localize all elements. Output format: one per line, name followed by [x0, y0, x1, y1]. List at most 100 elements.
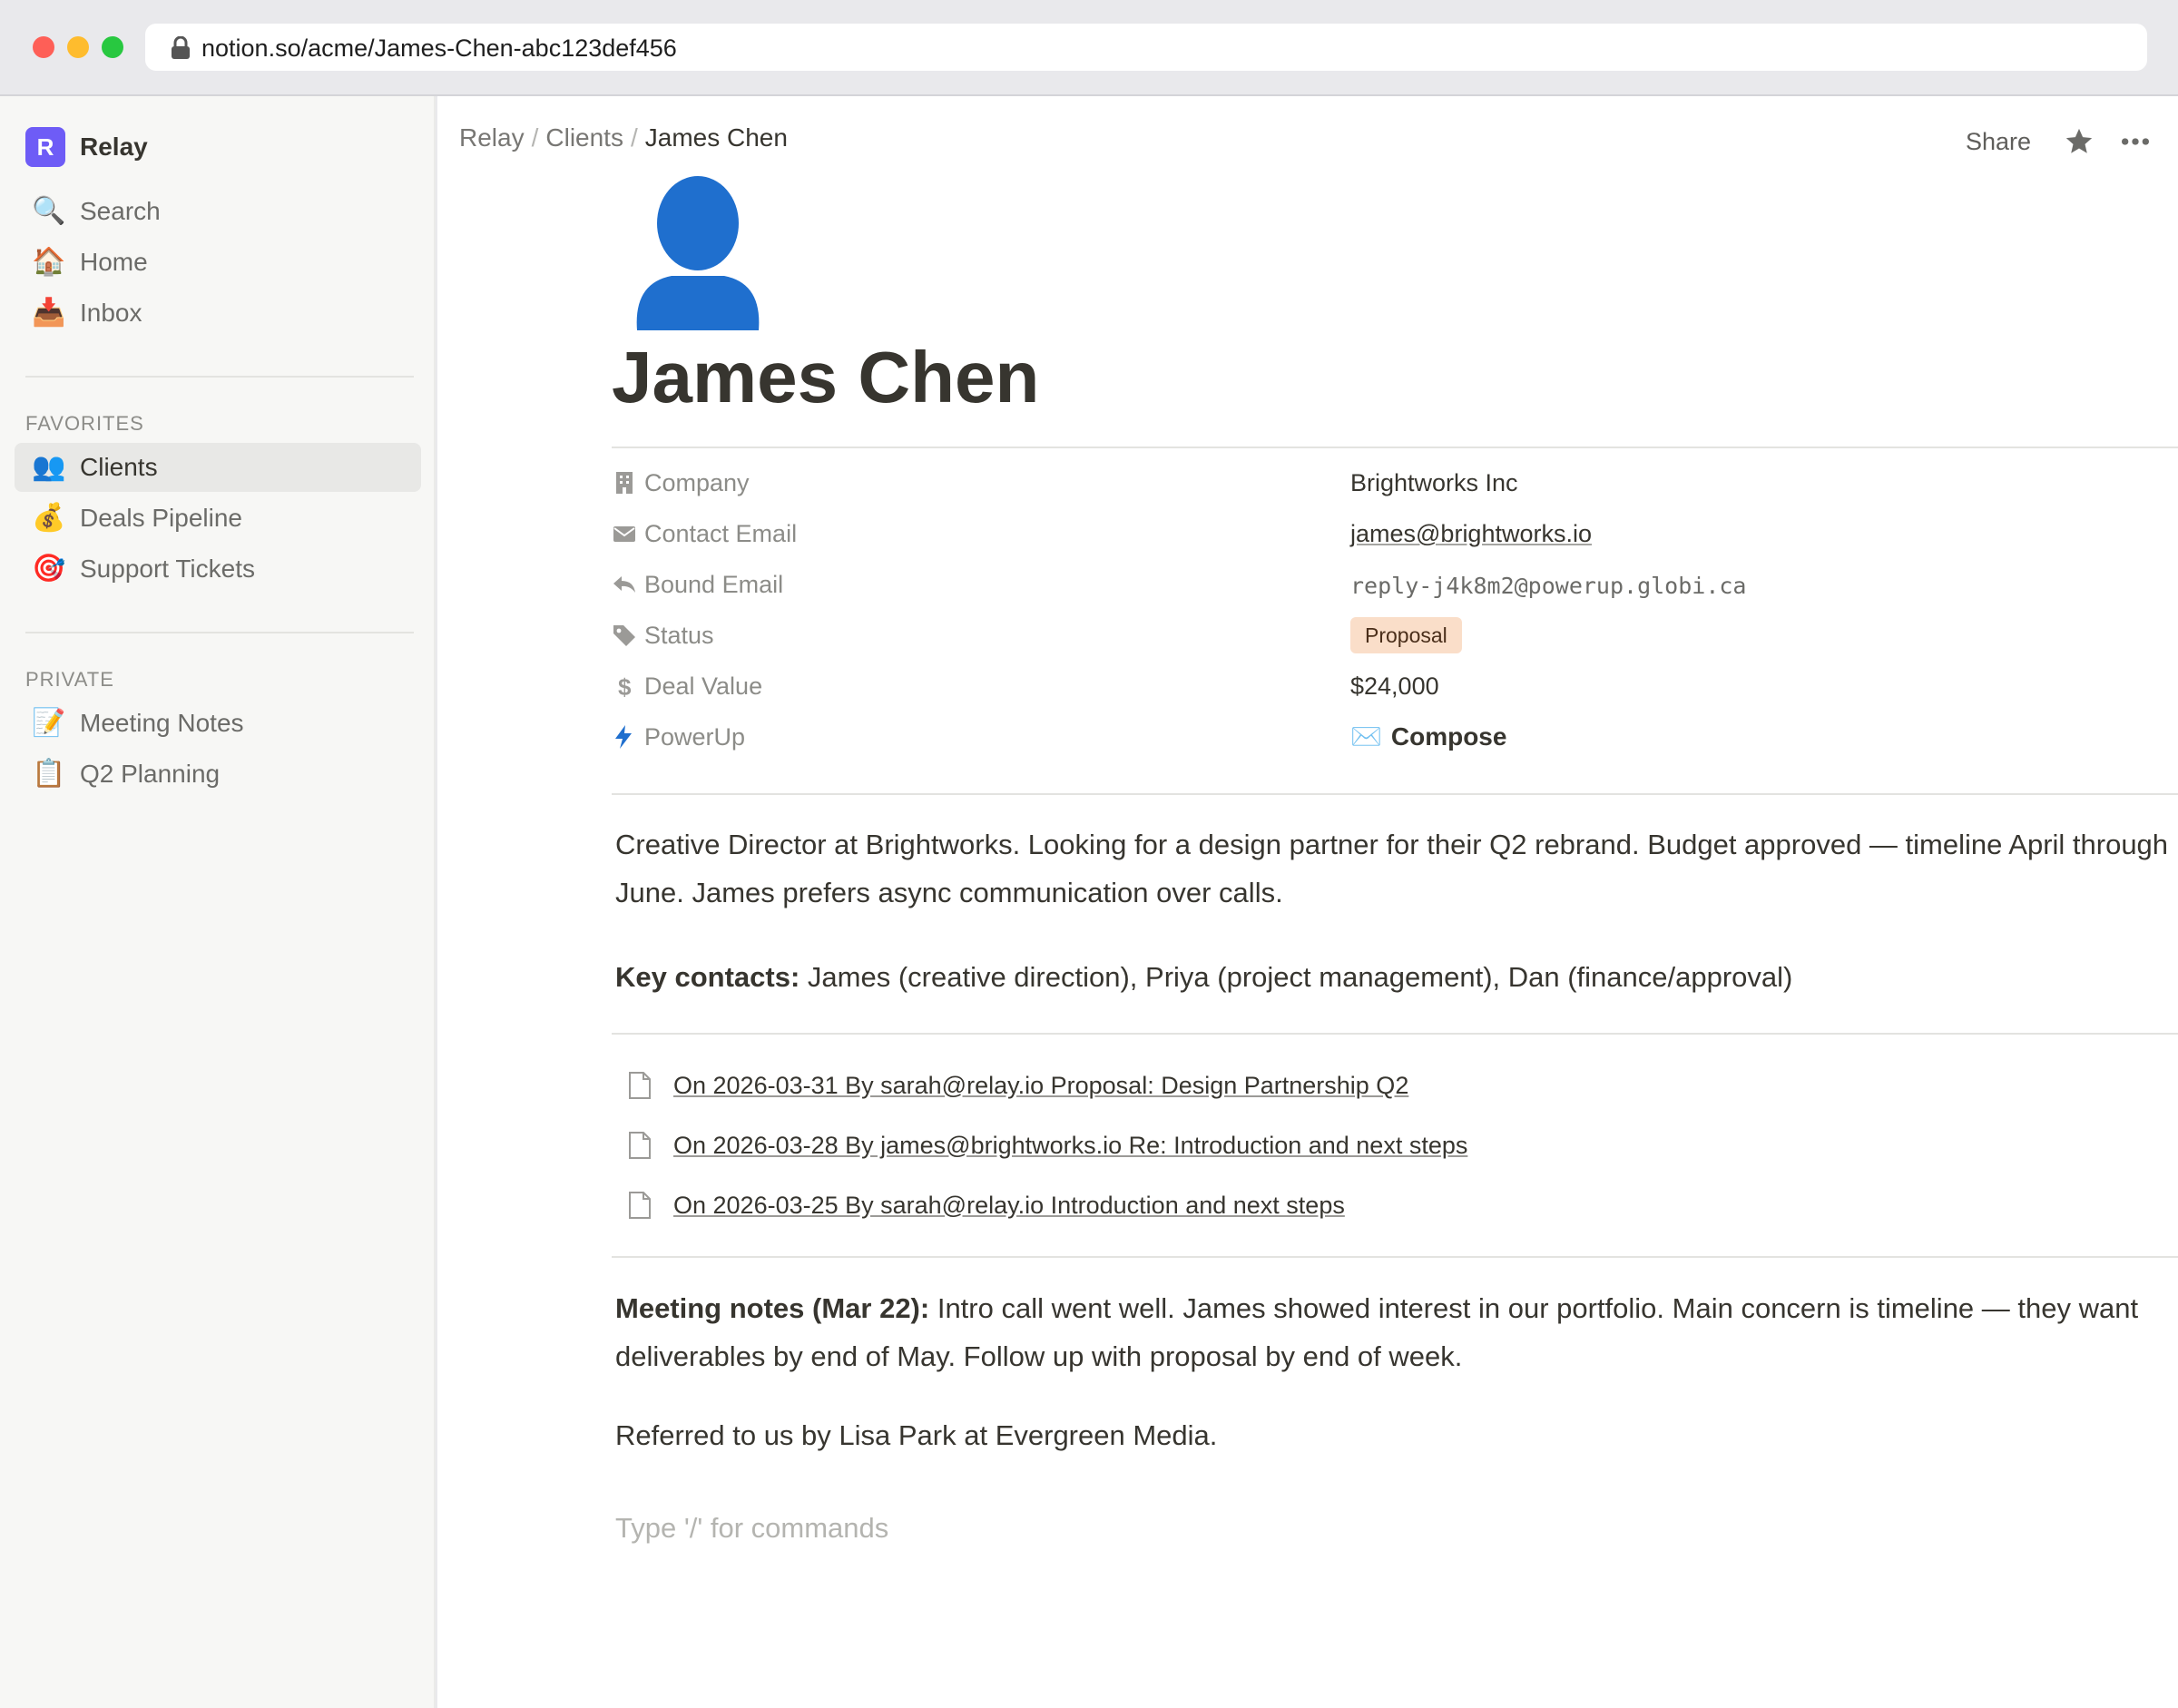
inbox-icon: 📥 [32, 298, 66, 328]
sidebar-item-support-tickets[interactable]: 🎯 Support Tickets [15, 545, 421, 594]
sidebar-item-label: Inbox [80, 299, 142, 327]
description-line[interactable]: June. James prefers async communication … [615, 869, 1283, 917]
sidebar-item-clients[interactable]: 👥 Clients [15, 443, 421, 492]
lightning-icon [615, 725, 632, 749]
property-contact-email[interactable]: Contact Email james@brightworks.io [612, 510, 2064, 561]
sidebar-divider [25, 632, 414, 633]
meeting-notes-label: Meeting notes (Mar 22): [615, 1292, 930, 1324]
url-text: notion.so/acme/James-Chen-abc123def456 [201, 34, 677, 62]
sidebar-item-q2-planning[interactable]: 📋 Q2 Planning [15, 750, 421, 799]
building-icon [616, 472, 633, 494]
person-silhouette-icon[interactable] [628, 169, 768, 330]
workspace-logo: R [25, 127, 65, 167]
property-status[interactable]: Status Proposal [612, 612, 2064, 663]
contact-email-link[interactable]: james@brightworks.io [1350, 520, 1592, 548]
sidebar-item-label: Q2 Planning [80, 760, 221, 788]
divider [612, 1256, 2178, 1258]
home-icon: 🏠 [32, 247, 66, 277]
sidebar: R Relay 🔍 Search 🏠 Home 📥 Inbox FAVORITE… [0, 96, 436, 1708]
breadcrumb-item[interactable]: Clients [545, 123, 623, 152]
compose-button[interactable]: ✉️ Compose [1350, 721, 1506, 751]
workspace-switcher[interactable]: R Relay [25, 127, 148, 167]
document-icon [629, 1132, 651, 1159]
share-button[interactable]: Share [1966, 128, 2031, 156]
description-line[interactable]: Creative Director at Brightworks. Lookin… [615, 820, 2168, 869]
lock-icon [172, 36, 190, 59]
sidebar-divider [25, 376, 414, 378]
document-icon [629, 1072, 651, 1099]
private-section-label: PRIVATE [25, 668, 114, 691]
tag-icon [613, 625, 635, 646]
address-bar[interactable]: notion.so/acme/James-Chen-abc123def456 [145, 24, 2147, 71]
property-value[interactable]: $24,000 [1350, 672, 1439, 701]
referral-paragraph[interactable]: Referred to us by Lisa Park at Evergreen… [615, 1411, 1217, 1459]
divider [612, 1033, 2178, 1035]
sidebar-item-label: Support Tickets [80, 555, 255, 583]
search-icon: 🔍 [32, 196, 66, 226]
sidebar-item-label: Clients [80, 453, 158, 481]
meeting-notes-text: Intro call went well. James showed inter… [929, 1292, 2139, 1324]
envelope-icon: ✉️ [1350, 722, 1382, 751]
divider [612, 447, 2178, 448]
property-deal-value[interactable]: $ Deal Value $24,000 [612, 663, 2064, 713]
property-company[interactable]: Company Brightworks Inc [612, 459, 2064, 510]
workspace-name: Relay [80, 133, 148, 161]
maximize-window-button[interactable] [102, 36, 123, 58]
sidebar-item-home[interactable]: 🏠 Home [15, 238, 421, 287]
sidebar-item-inbox[interactable]: 📥 Inbox [15, 289, 421, 338]
breadcrumb-separator: / [630, 123, 638, 152]
memo-icon: 📝 [32, 708, 66, 738]
property-name: Company [644, 469, 750, 496]
sidebar-item-meeting-notes[interactable]: 📝 Meeting Notes [15, 699, 421, 748]
favorites-section-label: FAVORITES [25, 412, 144, 435]
sidebar-item-label: Search [80, 197, 161, 225]
compose-label: Compose [1390, 721, 1507, 751]
property-powerup[interactable]: PowerUp ✉️ Compose [612, 713, 2064, 764]
meeting-notes-line[interactable]: deliverables by end of May. Follow up wi… [615, 1332, 1462, 1380]
breadcrumb-separator: / [531, 123, 539, 152]
property-value[interactable]: reply-j4k8m2@powerup.globi.ca [1350, 573, 1747, 599]
email-link-text[interactable]: On 2026-03-25 By sarah@relay.io Introduc… [673, 1192, 1345, 1220]
property-name: PowerUp [644, 723, 746, 751]
sidebar-item-label: Deals Pipeline [80, 504, 242, 532]
svg-text:$: $ [618, 673, 632, 699]
property-value[interactable]: Brightworks Inc [1350, 469, 1518, 497]
sidebar-item-deals-pipeline[interactable]: 💰 Deals Pipeline [15, 494, 421, 543]
meeting-notes-paragraph[interactable]: Meeting notes (Mar 22): Intro call went … [615, 1284, 2138, 1332]
sidebar-item-label: Home [80, 248, 148, 276]
property-name: Bound Email [644, 571, 784, 598]
key-contacts-text: James (creative direction), Priya (proje… [800, 961, 1793, 993]
sidebar-item-label: Meeting Notes [80, 709, 244, 737]
email-page-link[interactable]: On 2026-03-28 By james@brightworks.io Re… [628, 1124, 1467, 1167]
page-title[interactable]: James Chen [612, 341, 1039, 414]
target-icon: 🎯 [32, 554, 66, 584]
breadcrumb-item[interactable]: James Chen [645, 123, 788, 152]
more-options-icon[interactable] [2120, 126, 2151, 157]
minimize-window-button[interactable] [67, 36, 89, 58]
property-name: Contact Email [644, 520, 798, 547]
breadcrumb-item[interactable]: Relay [459, 123, 525, 152]
property-name: Status [644, 622, 714, 649]
money-bag-icon: 💰 [32, 503, 66, 533]
document-icon [629, 1192, 651, 1219]
email-link-text[interactable]: On 2026-03-28 By james@brightworks.io Re… [673, 1132, 1467, 1160]
email-link-text[interactable]: On 2026-03-31 By sarah@relay.io Proposal… [673, 1072, 1408, 1100]
key-contacts-paragraph[interactable]: Key contacts: James (creative direction)… [615, 953, 1792, 1001]
sidebar-item-search[interactable]: 🔍 Search [15, 187, 421, 236]
browser-chrome: notion.so/acme/James-Chen-abc123def456 [0, 0, 2178, 96]
property-bound-email[interactable]: Bound Email reply-j4k8m2@powerup.globi.c… [612, 561, 2064, 612]
new-block-placeholder[interactable]: Type '/' for commands [615, 1512, 888, 1545]
property-name: Deal Value [644, 672, 763, 700]
reply-icon [613, 576, 635, 593]
status-badge[interactable]: Proposal [1350, 617, 1462, 653]
star-icon[interactable] [2064, 126, 2095, 157]
breadcrumb: Relay / Clients / James Chen [459, 123, 788, 152]
key-contacts-label: Key contacts: [615, 961, 800, 993]
dollar-icon: $ [618, 673, 632, 699]
topbar-actions: Share [1966, 120, 2151, 163]
email-page-link[interactable]: On 2026-03-31 By sarah@relay.io Proposal… [628, 1064, 1408, 1107]
envelope-icon [613, 526, 635, 542]
email-page-link[interactable]: On 2026-03-25 By sarah@relay.io Introduc… [628, 1183, 1345, 1227]
page-content: Relay / Clients / James Chen Share James Che… [437, 96, 2178, 1708]
close-window-button[interactable] [33, 36, 54, 58]
